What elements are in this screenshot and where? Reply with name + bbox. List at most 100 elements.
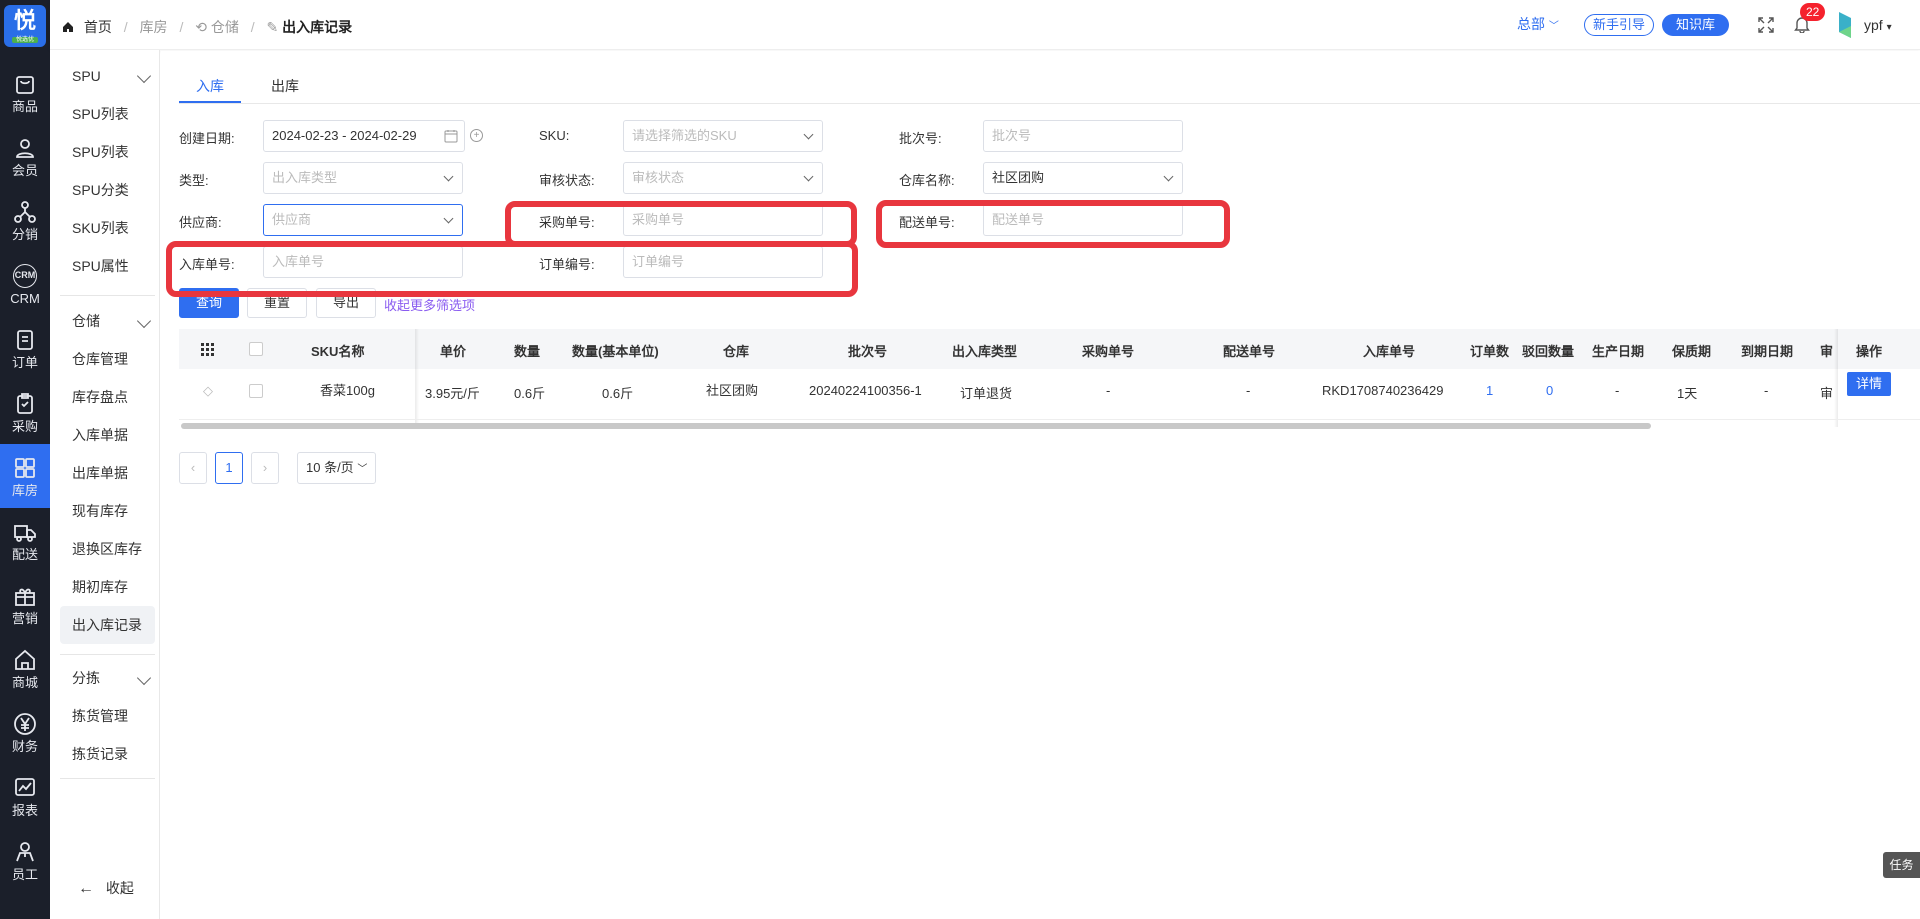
rail-item-members[interactable]: 会员 <box>0 124 50 188</box>
rail-item-distribution[interactable]: 分销 <box>0 188 50 252</box>
col-expiry-date: 到期日期 <box>1741 344 1794 359</box>
menu-group-title: SPU <box>72 68 101 84</box>
rail-item-reports[interactable]: 报表 <box>0 764 50 828</box>
batch-input[interactable]: 批次号 <box>983 120 1183 152</box>
rail-item-marketing[interactable]: 营销 <box>0 572 50 636</box>
fixed-column-shadow-left <box>415 329 419 427</box>
rail-item-warehouse[interactable]: 库房 <box>0 444 50 508</box>
crm-icon: CRM <box>13 264 37 288</box>
menu-item-current-stock[interactable]: 现有库存 <box>60 492 155 530</box>
detail-button[interactable]: 详情 <box>1847 372 1891 396</box>
menu-item-picking-mgmt[interactable]: 拣货管理 <box>60 697 155 735</box>
menu-item-inbound-docs[interactable]: 入库单据 <box>60 416 155 454</box>
cell-order-count-link[interactable]: 1 <box>1486 383 1493 398</box>
cell-qty: 0.6斤 <box>514 386 546 401</box>
column-settings-icon[interactable] <box>201 343 215 357</box>
crumb-sep: / <box>179 19 184 35</box>
col-io-type: 出入库类型 <box>952 344 1018 359</box>
supplier-placeholder: 供应商 <box>272 212 312 227</box>
rail-item-finance[interactable]: 财务 <box>0 700 50 764</box>
menu-item-picking-records[interactable]: 拣货记录 <box>60 735 155 773</box>
rail-item-staff[interactable]: 员工 <box>0 828 50 892</box>
user-menu[interactable]: ypf ▾ <box>1864 17 1892 33</box>
audit-placeholder: 审核状态 <box>632 170 685 185</box>
crumb-home[interactable]: 首页 <box>84 19 112 35</box>
guide-button[interactable]: 新手引导 <box>1584 14 1655 36</box>
crumb-warehouse[interactable]: 库房 <box>140 19 168 35</box>
yen-icon <box>14 713 36 735</box>
cell-qty-base: 0.6斤 <box>602 386 634 401</box>
truck-icon <box>14 525 36 542</box>
menu-item-stocktake[interactable]: 库存盘点 <box>60 378 155 416</box>
select-all-checkbox[interactable] <box>249 342 263 356</box>
page-size-select[interactable]: 10 条/页 ﹀ <box>297 452 377 484</box>
logo-subtext: 悦选优 <box>12 37 38 43</box>
hq-dropdown[interactable]: 总部 ﹀ <box>1517 14 1559 34</box>
menu-item-spu-list[interactable]: SPU列表 <box>60 95 155 133</box>
chevron-down-icon <box>1163 171 1174 182</box>
batch-label: 批次号: <box>899 131 942 146</box>
menu-item-spu-category[interactable]: SPU分类 <box>60 171 155 209</box>
scrollbar-thumb[interactable] <box>181 423 1651 429</box>
rail-item-crm[interactable]: CRM CRM <box>0 252 50 316</box>
hq-label: 总部 <box>1517 16 1545 32</box>
calendar-icon <box>444 130 458 143</box>
cell-reject-qty-link[interactable]: 0 <box>1546 383 1553 398</box>
type-select[interactable]: 出入库类型 <box>263 162 463 194</box>
menu-item-spu-attr[interactable]: SPU属性 <box>60 247 155 285</box>
avatar[interactable] <box>1837 10 1853 42</box>
col-price: 单价 <box>440 344 467 359</box>
purchase-icon <box>17 393 33 414</box>
menu-item-io-records[interactable]: 出入库记录 <box>60 606 155 644</box>
toggle-filters-link[interactable]: 收起更多筛选项 <box>384 295 475 314</box>
task-button[interactable]: 任务 <box>1883 852 1920 878</box>
rail-item-goods[interactable]: 商品 <box>0 60 50 124</box>
app-logo[interactable]: 悦 悦选优 <box>4 5 46 47</box>
collapse-button[interactable]: ← 收起 <box>78 878 134 898</box>
supplier-select[interactable]: 供应商 <box>263 204 463 236</box>
expand-icon[interactable]: ◇ <box>203 383 213 399</box>
menu-group-spu: SPU SPU列表 SPU列表 SPU分类 SKU列表 SPU属性 <box>60 57 155 285</box>
crumb-current: 出入库记录 <box>282 19 353 35</box>
horizontal-scrollbar[interactable] <box>179 422 1920 430</box>
menu-group-head-picking[interactable]: 分拣 <box>60 659 155 697</box>
menu-item-warehouse-mgmt[interactable]: 仓库管理 <box>60 340 155 378</box>
menu-item-return-stock[interactable]: 退换区库存 <box>60 530 155 568</box>
menu-item-sku-list[interactable]: SKU列表 <box>60 209 155 247</box>
warehouse-select[interactable]: 社区团购 <box>983 162 1183 194</box>
menu-group-picking: 分拣 拣货管理 拣货记录 <box>60 659 155 773</box>
tab-outbound[interactable]: 出库 <box>271 76 299 96</box>
row-checkbox[interactable] <box>249 384 263 398</box>
add-circle-icon[interactable]: + <box>470 129 483 142</box>
network-icon <box>14 201 36 223</box>
highlight-box-delivery <box>876 200 1230 248</box>
sku-select[interactable]: 请选择筛选的SKU <box>623 120 823 152</box>
logo-glyph: 悦 <box>13 8 36 33</box>
fullscreen-icon[interactable] <box>1758 17 1774 33</box>
knowledge-base-button[interactable]: 知识库 <box>1662 14 1730 36</box>
tab-inbound[interactable]: 入库 <box>196 76 224 96</box>
rail-item-purchase[interactable]: 采购 <box>0 380 50 444</box>
rail-label: 会员 <box>11 163 38 178</box>
audit-select[interactable]: 审核状态 <box>623 162 823 194</box>
crumb-storage[interactable]: 仓储 <box>211 19 239 35</box>
cell-sku-name: 香菜100g <box>320 383 375 398</box>
rail-item-delivery[interactable]: 配送 <box>0 508 50 572</box>
secondary-menu: SPU SPU列表 SPU列表 SPU分类 SKU列表 SPU属性 仓储 仓库管… <box>50 50 160 919</box>
menu-group-head-spu[interactable]: SPU <box>60 57 155 95</box>
next-page-button[interactable]: › <box>251 452 279 484</box>
page-1-button[interactable]: 1 <box>215 452 243 484</box>
top-header: 首页 / 库房 / ⟲ 仓储 / ✎ 出入库记录 总部 ﹀ 新手引导 知识库 2… <box>50 0 1920 50</box>
menu-group-head-storage[interactable]: 仓储 <box>60 302 155 340</box>
menu-item-spu-list-2[interactable]: SPU列表 <box>60 133 155 171</box>
menu-item-opening-stock[interactable]: 期初库存 <box>60 568 155 606</box>
rail-item-mall[interactable]: 商城 <box>0 636 50 700</box>
rail-label: CRM <box>10 291 40 306</box>
rail-item-orders[interactable]: 订单 <box>0 316 50 380</box>
date-range-picker[interactable]: 2024-02-23 - 2024-02-29 <box>263 120 465 152</box>
menu-item-outbound-docs[interactable]: 出库单据 <box>60 454 155 492</box>
rail-label: 商城 <box>11 675 38 690</box>
prev-page-button[interactable]: ‹ <box>179 452 207 484</box>
cell-expiry-date: - <box>1764 383 1769 398</box>
col-actions: 操作 <box>1856 344 1883 359</box>
